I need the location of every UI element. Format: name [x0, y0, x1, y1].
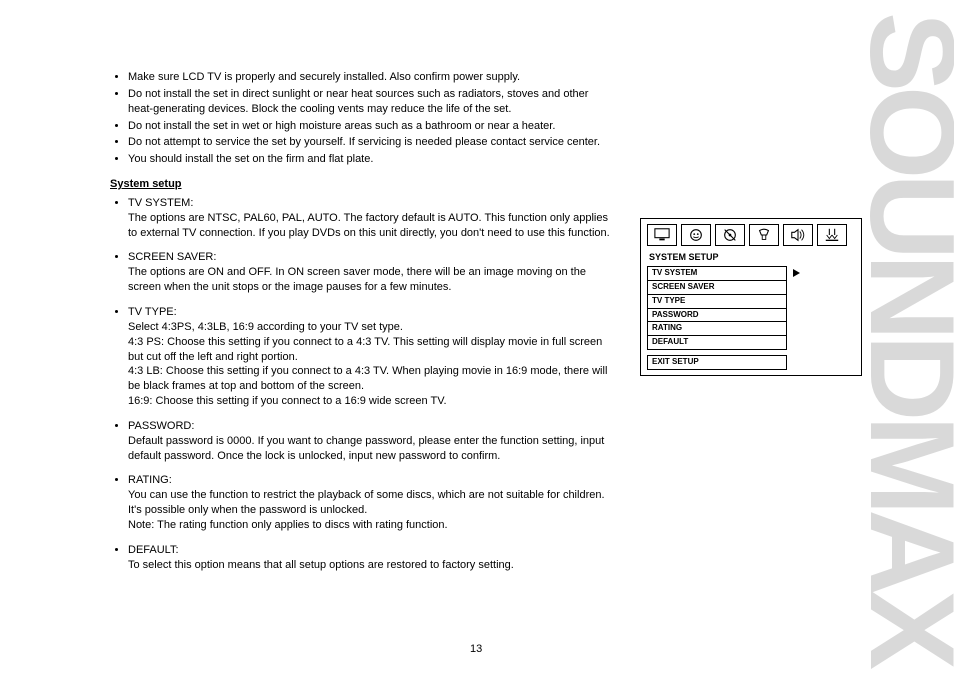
bullet-item: Do not install the set in wet or high mo…: [128, 119, 610, 134]
lamp-icon[interactable]: [749, 224, 779, 246]
menu-exit[interactable]: EXIT SETUP: [647, 355, 787, 370]
bullet-text: Do not attempt to service the set by you…: [128, 136, 600, 148]
spacer: [128, 297, 610, 303]
system-setup-list: TV SYSTEM: The options are NTSC, PAL60, …: [110, 196, 610, 573]
panel-icon-row: [641, 219, 861, 250]
spacer: [128, 411, 610, 417]
item-desc: The options are NTSC, PAL60, PAL, AUTO. …: [128, 211, 610, 241]
bullet-item: You should install the set on the firm a…: [128, 152, 610, 167]
monitor-icon[interactable]: [647, 224, 677, 246]
speaker-icon[interactable]: [783, 224, 813, 246]
panel-menu: TV SYSTEM SCREEN SAVER TV TYPE PASSWORD …: [641, 266, 861, 375]
menu-item[interactable]: SCREEN SAVER: [647, 280, 787, 295]
list-item: PASSWORD: Default password is 0000. If y…: [128, 419, 610, 464]
top-bullets: Make sure LCD TV is properly and securel…: [110, 70, 610, 167]
arrow-right-icon: [793, 269, 800, 277]
download-icon[interactable]: [817, 224, 847, 246]
item-label: RATING:: [128, 474, 172, 486]
item-extra: 4:3 LB: Choose this setting if you conne…: [128, 364, 610, 394]
bullet-text: Do not install the set in wet or high mo…: [128, 120, 555, 132]
brand-vertical: SOUNDMAX: [870, 0, 954, 675]
menu-item: TV SYSTEM: [647, 266, 787, 281]
item-label: TV TYPE:: [128, 306, 177, 318]
item-label: PASSWORD:: [128, 420, 194, 432]
item-desc: The options are ON and OFF. In ON screen…: [128, 265, 610, 295]
list-item: RATING: You can use the function to rest…: [128, 473, 610, 532]
spacer: [128, 535, 610, 541]
item-desc: Default password is 0000. If you want to…: [128, 434, 610, 464]
page-number: 13: [470, 642, 482, 657]
spacer: [128, 242, 610, 248]
menu-item[interactable]: DEFAULT: [647, 335, 787, 350]
bullet-item: Make sure LCD TV is properly and securel…: [128, 70, 610, 85]
item-label: DEFAULT:: [128, 544, 179, 556]
item-label: TV SYSTEM:: [128, 197, 193, 209]
item-desc: Select 4:3PS, 4:3LB, 16:9 according to y…: [128, 320, 610, 335]
item-desc: To select this option means that all set…: [128, 558, 610, 573]
section-title: System setup: [110, 177, 610, 192]
bullet-item: Do not attempt to service the set by you…: [128, 135, 610, 150]
item-extra: 16:9: Choose this setting if you connect…: [128, 394, 610, 409]
menu-item[interactable]: PASSWORD: [647, 308, 787, 323]
item-label: SCREEN SAVER:: [128, 251, 216, 263]
list-item: TV TYPE: Select 4:3PS, 4:3LB, 16:9 accor…: [128, 305, 610, 409]
item-desc: You can use the function to restrict the…: [128, 488, 610, 518]
face-icon[interactable]: [681, 224, 711, 246]
list-item: DEFAULT: To select this option means tha…: [128, 543, 610, 573]
list-item: SCREEN SAVER: The options are ON and OFF…: [128, 250, 610, 295]
system-setup-panel: SYSTEM SETUP TV SYSTEM SCREEN SAVER TV T…: [640, 218, 862, 376]
bullet-item: Do not install the set in direct sunligh…: [128, 87, 610, 117]
disc-icon[interactable]: [715, 224, 745, 246]
menu-item[interactable]: TV TYPE: [647, 294, 787, 309]
bullet-text: You should install the set on the firm a…: [128, 153, 373, 165]
list-item: TV SYSTEM: The options are NTSC, PAL60, …: [128, 196, 610, 241]
main-content: Make sure LCD TV is properly and securel…: [110, 70, 610, 574]
menu-row-tv-system[interactable]: TV SYSTEM: [647, 266, 855, 280]
item-extra: 4:3 PS: Choose this setting if you conne…: [128, 335, 610, 365]
bullet-text: Do not install the set in direct sunligh…: [128, 88, 588, 115]
item-extra: Note: The rating function only applies t…: [128, 518, 610, 533]
menu-item[interactable]: RATING: [647, 321, 787, 336]
panel-title: SYSTEM SETUP: [641, 250, 861, 266]
brand-text: SOUNDMAX: [870, 11, 954, 663]
spacer: [128, 465, 610, 471]
bullet-text: Make sure LCD TV is properly and securel…: [128, 71, 520, 83]
